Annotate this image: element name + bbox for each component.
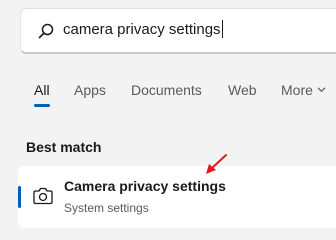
text-caret (221, 20, 223, 38)
tab-more[interactable]: More (281, 82, 326, 98)
active-tab-indicator (34, 104, 50, 107)
search-icon (38, 23, 54, 39)
tab-all[interactable]: All (34, 82, 50, 98)
result-title: Camera privacy settings (64, 178, 226, 194)
annotation-arrow-icon (206, 154, 227, 174)
tab-more-label: More (281, 82, 313, 98)
tab-web[interactable]: Web (228, 82, 257, 98)
search-box[interactable]: camera privacy settings (20, 8, 336, 54)
tab-apps[interactable]: Apps (74, 82, 106, 98)
chevron-down-icon (317, 87, 326, 93)
best-match-result[interactable]: Camera privacy settings System settings (18, 166, 336, 228)
section-heading-best-match: Best match (26, 139, 102, 155)
tab-documents[interactable]: Documents (131, 82, 202, 98)
selection-indicator (18, 186, 21, 208)
camera-icon (33, 187, 53, 205)
filter-tabs: All Apps Documents Web More (0, 78, 336, 108)
search-input[interactable]: camera privacy settings (63, 20, 223, 40)
result-subtitle: System settings (64, 201, 149, 215)
search-query: camera privacy settings (63, 21, 221, 38)
